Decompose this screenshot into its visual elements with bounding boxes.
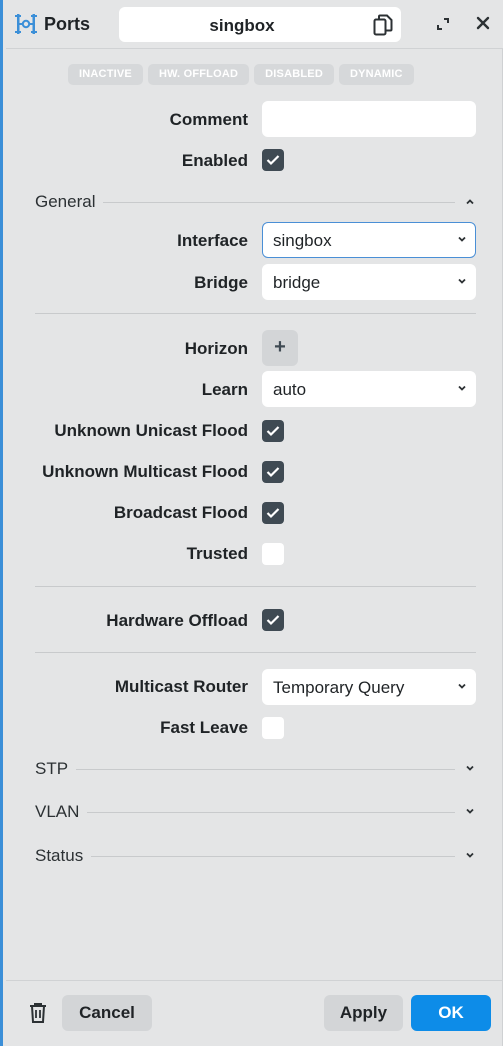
multicast-router-label: Multicast Router — [114, 677, 248, 696]
divider — [35, 652, 476, 653]
chevron-down-icon — [466, 808, 474, 814]
header-divider — [6, 48, 503, 49]
badge-disabled: DISABLED — [254, 64, 334, 85]
section-vlan[interactable]: VLAN — [35, 802, 475, 822]
check-icon — [266, 155, 280, 166]
section-line — [35, 769, 455, 770]
bridge-label: Bridge — [194, 273, 248, 292]
enabled-checkbox[interactable] — [262, 149, 284, 171]
broadcast-flood-checkbox[interactable] — [262, 502, 284, 524]
section-status-label: Status — [35, 846, 92, 866]
hardware-offload-label: Hardware Offload — [106, 611, 248, 630]
comment-input[interactable] — [262, 101, 476, 137]
chevron-down-icon — [458, 385, 466, 391]
enabled-label: Enabled — [181, 151, 248, 170]
chevron-down-icon — [466, 765, 474, 771]
window-header: Ports singbox — [6, 0, 503, 48]
section-line — [35, 856, 455, 857]
trusted-label: Trusted — [186, 544, 248, 563]
chevron-down-icon — [466, 852, 474, 858]
unknown-unicast-flood-checkbox[interactable] — [262, 420, 284, 442]
section-stp-label: STP — [35, 759, 77, 779]
footer-divider — [6, 980, 503, 981]
badge-hw-offload: HW. OFFLOAD — [147, 64, 250, 85]
chevron-up-icon — [466, 199, 474, 205]
divider — [35, 586, 476, 587]
section-line — [35, 812, 455, 813]
interface-value: singbox — [273, 231, 332, 250]
section-status[interactable]: Status — [35, 846, 475, 866]
check-icon — [266, 508, 280, 519]
section-vlan-label: VLAN — [35, 802, 88, 822]
learn-value: auto — [273, 380, 307, 399]
cancel-button[interactable]: Cancel — [62, 995, 152, 1031]
learn-label: Learn — [201, 380, 248, 399]
badge-dynamic: DYNAMIC — [338, 64, 414, 85]
check-icon — [266, 615, 280, 626]
expand-icon[interactable] — [435, 16, 451, 32]
section-general[interactable]: General — [35, 192, 475, 212]
apply-button[interactable]: Apply — [324, 995, 403, 1031]
status-badges: INACTIVE HW. OFFLOAD DISABLED DYNAMIC — [68, 64, 414, 85]
ports-icon — [15, 14, 37, 34]
ports-window: Ports singbox INACTIVE HW. OFFLOAD DISAB… — [0, 0, 503, 1046]
trusted-checkbox[interactable] — [262, 543, 284, 565]
multicast-router-select[interactable]: Temporary Query — [262, 669, 476, 705]
window-title: Ports — [44, 14, 91, 34]
copy-icon[interactable] — [373, 14, 393, 36]
ok-button[interactable]: OK — [411, 995, 491, 1031]
check-icon — [266, 426, 280, 437]
interface-select[interactable]: singbox — [262, 222, 476, 258]
divider — [35, 313, 476, 314]
fast-leave-checkbox[interactable] — [262, 717, 284, 739]
fast-leave-label: Fast Leave — [160, 718, 248, 737]
chevron-down-icon — [458, 236, 466, 242]
unknown-multicast-flood-checkbox[interactable] — [262, 461, 284, 483]
bridge-select[interactable]: bridge — [262, 264, 476, 300]
section-general-label: General — [35, 192, 104, 212]
badge-inactive: INACTIVE — [68, 64, 143, 85]
item-name-field[interactable]: singbox — [119, 7, 401, 42]
multicast-router-value: Temporary Query — [273, 678, 405, 697]
hardware-offload-checkbox[interactable] — [262, 609, 284, 631]
check-icon — [266, 467, 280, 478]
chevron-down-icon — [458, 278, 466, 284]
interface-label: Interface — [177, 231, 248, 250]
item-name: singbox — [209, 16, 275, 35]
learn-select[interactable]: auto — [262, 371, 476, 407]
horizon-label: Horizon — [184, 339, 248, 358]
unknown-multicast-flood-label: Unknown Multicast Flood — [42, 462, 248, 481]
trash-icon[interactable] — [28, 1002, 48, 1024]
comment-label: Comment — [169, 110, 248, 129]
chevron-down-icon — [458, 683, 466, 689]
unknown-unicast-flood-label: Unknown Unicast Flood — [54, 421, 248, 440]
close-icon[interactable] — [474, 14, 492, 32]
horizon-add-button[interactable]: + — [262, 330, 298, 366]
broadcast-flood-label: Broadcast Flood — [113, 503, 248, 522]
section-stp[interactable]: STP — [35, 759, 475, 779]
bridge-value: bridge — [273, 273, 321, 292]
